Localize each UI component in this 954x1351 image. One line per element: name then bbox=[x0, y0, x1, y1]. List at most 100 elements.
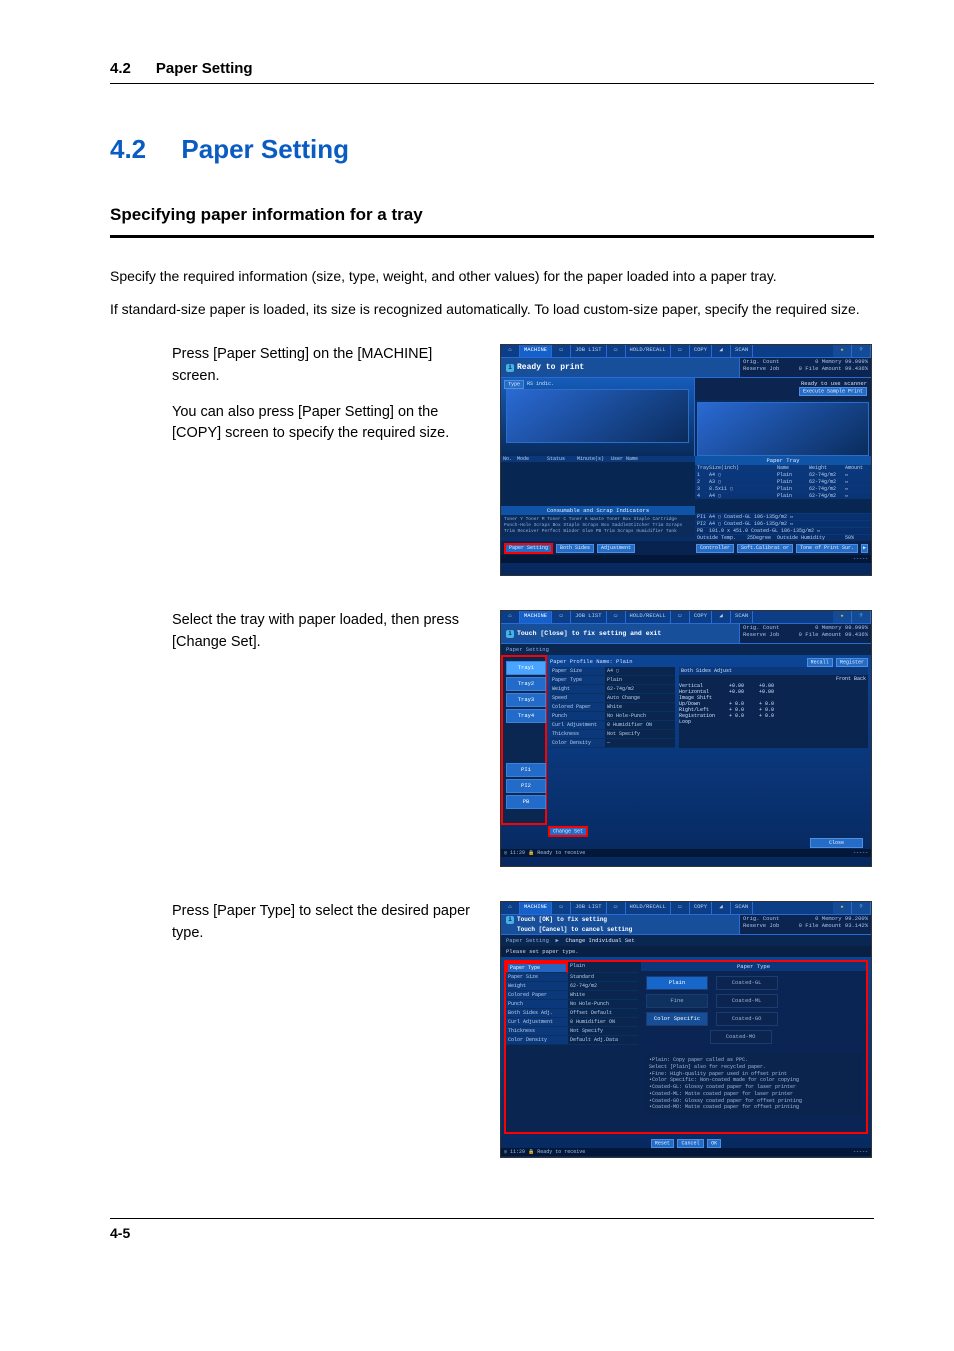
star-icon[interactable]: ★ bbox=[833, 902, 852, 914]
icon-tab-3[interactable]: ▭ bbox=[671, 345, 690, 357]
tray-button-4[interactable]: Tray4 bbox=[506, 709, 546, 723]
help-icon[interactable]: ? bbox=[852, 611, 871, 623]
tab-machine[interactable]: MACHINE bbox=[520, 345, 552, 357]
tab-scan[interactable]: SCAN bbox=[731, 902, 753, 914]
type-coated-ml[interactable]: Coated-ML bbox=[716, 994, 778, 1008]
property-table: Paper SizeA4 ▢ Paper TypePlain Weight62-… bbox=[550, 667, 675, 748]
tab-joblist[interactable]: JOB LIST bbox=[571, 345, 606, 357]
step-3: Press [Paper Type] to select the desired… bbox=[172, 901, 874, 1158]
status-message-1: Touch [OK] to fix setting bbox=[517, 917, 607, 923]
jobs-empty bbox=[501, 462, 695, 506]
tone-print-button[interactable]: Tone of Print Sur. bbox=[796, 544, 858, 553]
machine-screen-screenshot: ⌂ MACHINE ▭ JOB LIST ▭ HOLD/RECALL ▭ COP… bbox=[500, 344, 872, 576]
tray-row[interactable]: 4A4 ▢Plain62-74g/m2▭ bbox=[695, 492, 871, 499]
info-icon: i bbox=[506, 630, 514, 638]
property-table: Paper TypePlain Paper SizeStandard Weigh… bbox=[506, 962, 641, 1045]
status-counts: Orig. Count0 Memory 99.999% Reserve Job0… bbox=[739, 358, 871, 378]
paragraph-1: Specify the required information (size, … bbox=[110, 266, 874, 287]
type-fine[interactable]: Fine bbox=[646, 994, 708, 1008]
tab-joblist[interactable]: JOB LIST bbox=[571, 611, 606, 623]
info-icon: i bbox=[506, 916, 514, 924]
tab-joblist[interactable]: JOB LIST bbox=[571, 902, 606, 914]
both-sides-button[interactable]: Both Sides bbox=[556, 544, 594, 553]
paragraph-2: If standard-size paper is loaded, its si… bbox=[110, 299, 874, 320]
pi2-button[interactable]: PI2 bbox=[506, 779, 546, 793]
consumable-label: Consumable and Scrap Indicators bbox=[501, 506, 695, 515]
close-button[interactable]: Close bbox=[810, 838, 863, 848]
step-2: Select the tray with paper loaded, then … bbox=[172, 610, 874, 867]
tab-recall[interactable]: HOLD/RECALL bbox=[626, 345, 671, 357]
help-icon[interactable]: ? bbox=[852, 345, 871, 357]
pb-button[interactable]: PB bbox=[506, 795, 546, 809]
tab-recall[interactable]: HOLD/RECALL bbox=[626, 902, 671, 914]
step-1-text-2: You can also press [Paper Setting] on th… bbox=[172, 402, 472, 446]
icon-tab-1[interactable]: ▭ bbox=[552, 345, 571, 357]
both-sides-label: Both Sides Adjust bbox=[679, 667, 868, 675]
paper-type-button[interactable]: Paper Type bbox=[506, 962, 568, 973]
register-button[interactable]: Register bbox=[836, 658, 868, 667]
status-message-2: Touch [Cancel] to cancel setting bbox=[517, 927, 632, 933]
status-counts: Orig. Count0 Memory 99.999% Reserve Job0… bbox=[739, 624, 871, 644]
status-message: Ready to print bbox=[517, 363, 584, 372]
tab-recall[interactable]: HOLD/RECALL bbox=[626, 611, 671, 623]
type-coated-gl[interactable]: Coated-GL bbox=[716, 976, 778, 990]
section-number: 4.2 bbox=[110, 134, 146, 164]
star-icon[interactable]: ★ bbox=[833, 345, 852, 357]
tray-row[interactable]: 1A4 ▢Plain62-74g/m2▭ bbox=[695, 471, 871, 478]
tray-row-pi1[interactable]: PI1A4 ▢ Coated-GL 106-135g/m2 ▭ bbox=[695, 513, 871, 520]
tab-copy[interactable]: COPY bbox=[690, 345, 712, 357]
star-icon[interactable]: ★ bbox=[833, 611, 852, 623]
arrow-icon[interactable]: ▶ bbox=[861, 544, 868, 553]
tray-row-pb[interactable]: PB101.0 x 451.0 Coated-GL 106-135g/m2 ▭ bbox=[695, 527, 871, 534]
tray-row-pi2[interactable]: PI2A4 ▢ Coated-GL 106-135g/m2 ▭ bbox=[695, 520, 871, 527]
type-plain[interactable]: Plain bbox=[646, 976, 708, 990]
icon-tab-4[interactable]: ◢ bbox=[712, 345, 731, 357]
tray-row[interactable]: 38.5x11 ▢Plain62-74g/m2▭ bbox=[695, 485, 871, 492]
type-coated-mo[interactable]: Coated-MO bbox=[710, 1030, 772, 1044]
change-set-button[interactable]: Change Set bbox=[548, 826, 588, 837]
cancel-button[interactable]: Cancel bbox=[677, 1139, 703, 1148]
tab-copy[interactable]: COPY bbox=[690, 902, 712, 914]
home-icon[interactable]: ⌂ bbox=[501, 902, 520, 914]
step-3-text-1: Press [Paper Type] to select the desired… bbox=[172, 901, 472, 945]
paper-type-screen-screenshot: ⌂ MACHINE ▭ JOB LIST ▭ HOLD/RECALL ▭ COP… bbox=[500, 901, 872, 1158]
tray-button-3[interactable]: Tray3 bbox=[506, 693, 546, 707]
tab-machine[interactable]: MACHINE bbox=[520, 611, 552, 623]
type-coated-go[interactable]: Coated-GO bbox=[716, 1012, 778, 1026]
tab-scan[interactable]: SCAN bbox=[731, 611, 753, 623]
toggle-type[interactable]: Type bbox=[504, 380, 524, 389]
tab-machine[interactable]: MACHINE bbox=[520, 902, 552, 914]
top-tabs: ⌂ MACHINE ▭ JOB LIST ▭ HOLD/RECALL ▭ COP… bbox=[501, 345, 871, 358]
tray-header-row: Tray Size(inch) Name Weight Amount bbox=[695, 465, 871, 471]
tab-copy[interactable]: COPY bbox=[690, 611, 712, 623]
help-icon[interactable]: ? bbox=[852, 902, 871, 914]
tray-row[interactable]: 2A3 ▢Plain62-74g/m2▭ bbox=[695, 478, 871, 485]
home-icon[interactable]: ⌂ bbox=[501, 611, 520, 623]
type-color-specific[interactable]: Color Specific bbox=[646, 1012, 708, 1026]
header-section-number: 4.2 bbox=[110, 60, 131, 77]
step-1: Press [Paper Setting] on the [MACHINE] s… bbox=[172, 344, 874, 576]
output-diagram bbox=[697, 402, 869, 456]
tray-button-1[interactable]: Tray1 bbox=[506, 661, 546, 675]
reset-button[interactable]: Reset bbox=[651, 1139, 674, 1148]
controller-button[interactable]: Controller bbox=[696, 544, 734, 553]
top-tabs: ⌂ MACHINE ▭ JOB LIST ▭ HOLD/RECALL ▭ COP… bbox=[501, 611, 871, 624]
paper-setting-button[interactable]: Paper Setting bbox=[504, 543, 553, 554]
ok-button[interactable]: OK bbox=[707, 1139, 721, 1148]
soft-cal-button[interactable]: Soft.Calibrat or bbox=[737, 544, 793, 553]
subheading-rule bbox=[110, 235, 874, 238]
tab-scan[interactable]: SCAN bbox=[731, 345, 753, 357]
sample-print-button[interactable]: Execute Sample Print bbox=[799, 387, 867, 396]
pi1-button[interactable]: PI1 bbox=[506, 763, 546, 777]
recall-button[interactable]: Recall bbox=[807, 658, 833, 667]
toggle-rs: RS indic. bbox=[527, 381, 554, 387]
paper-tray-label: Paper Tray bbox=[695, 456, 871, 465]
prompt: Please set paper type. bbox=[501, 946, 871, 957]
home-icon[interactable]: ⌂ bbox=[501, 345, 520, 357]
adjustment-button[interactable]: Adjustment bbox=[597, 544, 635, 553]
section-text: Paper Setting bbox=[181, 134, 349, 164]
tray-button-2[interactable]: Tray2 bbox=[506, 677, 546, 691]
paper-type-heading: Paper Type bbox=[641, 962, 866, 971]
header-rule bbox=[110, 83, 874, 84]
icon-tab-2[interactable]: ▭ bbox=[607, 345, 626, 357]
